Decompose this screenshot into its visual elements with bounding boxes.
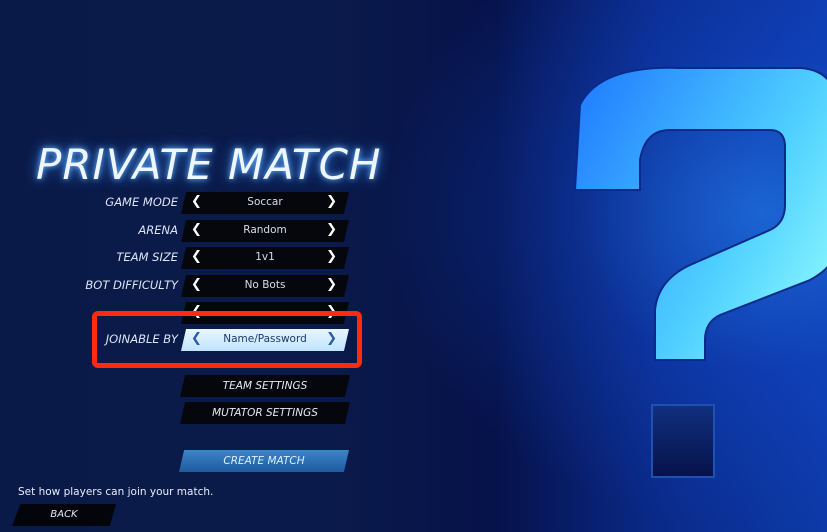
mutator-settings-button[interactable]: MUTATOR SETTINGS [180,402,350,424]
bot-difficulty-selector[interactable]: ❮ No Bots ❯ [181,275,349,297]
setting-value: Name/Password [223,333,307,345]
setting-row-game-mode: GAME MODE ❮ Soccar ❯ [0,192,360,214]
chevron-right-icon[interactable]: ❯ [326,249,337,264]
game-mode-selector[interactable]: ❮ Soccar ❯ [181,192,349,214]
chevron-right-icon[interactable]: ❯ [326,194,337,209]
setting-label: TEAM SIZE [116,250,178,264]
setting-label: ARENA [138,223,178,237]
setting-label: JOINABLE BY [105,332,178,346]
chevron-right-icon[interactable]: ❯ [326,331,337,346]
joinable-by-selector[interactable]: ❮ Name/Password ❯ [181,329,349,351]
setting-value: No Bots [244,279,286,291]
create-match-button[interactable]: CREATE MATCH [179,450,349,472]
back-button[interactable]: BACK [12,504,116,526]
chevron-right-icon[interactable]: ❯ [326,277,337,292]
team-settings-button[interactable]: TEAM SETTINGS [180,375,350,397]
setting-value: Random [243,224,287,236]
team-size-selector[interactable]: ❮ 1v1 ❯ [181,247,349,269]
chevron-right-icon[interactable]: ❯ [326,222,337,237]
setting-row-joinable-by: JOINABLE BY ❮ Name/Password ❯ [0,329,360,351]
hint-text: Set how players can join your match. [18,486,214,498]
arena-selector[interactable]: ❮ Random ❯ [181,220,349,242]
setting-label: GAME MODE [105,195,178,209]
question-mark-graphic [573,66,827,478]
setting-value: Soccar [247,196,283,208]
setting-label: BOT DIFFICULTY [85,278,178,292]
setting-row-arena: ARENA ❮ Random ❯ [0,220,360,242]
setting-row-team-size: TEAM SIZE ❮ 1v1 ❯ [0,247,360,269]
setting-value: 1v1 [255,251,275,263]
page-title: PRIVATE MATCH [36,140,382,189]
setting-row-bot-difficulty: BOT DIFFICULTY ❮ No Bots ❯ [0,275,360,297]
